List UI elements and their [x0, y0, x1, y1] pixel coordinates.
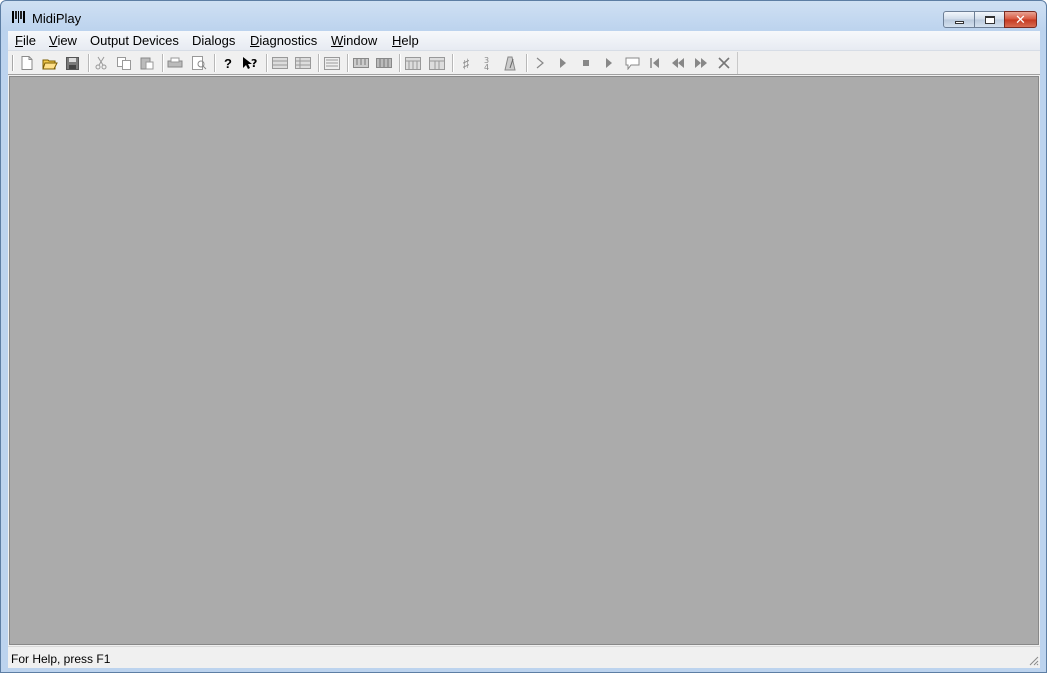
print-icon[interactable] — [166, 55, 184, 71]
menu-bar: File View Output Devices Dialogs Diagnos… — [8, 31, 1040, 51]
menu-dialogs[interactable]: Dialogs — [192, 33, 235, 49]
window-title: MidiPlay — [32, 11, 82, 26]
menu-help[interactable]: Help — [392, 33, 419, 49]
sharp-icon[interactable]: ♯ — [457, 55, 475, 71]
keyboard-icon[interactable] — [352, 55, 370, 71]
toolbar-separator — [347, 54, 349, 72]
maximize-icon — [984, 15, 995, 24]
keyboard-2-icon[interactable] — [375, 55, 393, 71]
menu-view[interactable]: View — [49, 33, 77, 49]
speech-icon[interactable] — [623, 55, 641, 71]
menu-window[interactable]: Window — [331, 33, 377, 49]
close-x-icon[interactable] — [715, 55, 733, 71]
maximize-button[interactable] — [974, 11, 1005, 28]
caption-buttons: ✕ — [943, 11, 1037, 28]
cut-icon[interactable] — [92, 55, 110, 71]
toolbar-separator — [318, 54, 320, 72]
toolbar-separator — [399, 54, 401, 72]
step-forward-icon[interactable] — [531, 55, 549, 71]
title-bar[interactable]: MidiPlay ✕ — [1, 1, 1046, 31]
minimize-icon — [954, 21, 964, 24]
menu-file[interactable]: File — [15, 33, 36, 49]
svg-text:4: 4 — [484, 63, 489, 71]
time-signature-icon[interactable]: 34 — [479, 55, 497, 71]
stop-icon[interactable] — [577, 55, 595, 71]
track-view-2-icon[interactable] — [294, 55, 312, 71]
piano-roll-2-icon[interactable] — [428, 55, 446, 71]
midiplay-app-icon[interactable] — [12, 11, 25, 23]
toolbar-separator — [88, 54, 90, 72]
staff-view-icon[interactable] — [323, 55, 341, 71]
close-icon: ✕ — [1015, 11, 1026, 27]
metronome-icon[interactable] — [501, 55, 519, 71]
print-preview-icon[interactable] — [190, 55, 208, 71]
toolbar-separator — [162, 54, 164, 72]
toolbar-separator — [266, 54, 268, 72]
save-icon[interactable] — [63, 55, 81, 71]
toolbar-divider — [8, 74, 1040, 75]
toolbar-separator — [526, 54, 528, 72]
toolbar-separator — [214, 54, 216, 72]
rewind-start-icon[interactable] — [646, 55, 664, 71]
paste-icon[interactable] — [138, 55, 156, 71]
play-2-icon[interactable] — [600, 55, 618, 71]
track-view-icon[interactable] — [271, 55, 289, 71]
menu-diagnostics[interactable]: Diagnostics — [250, 33, 317, 49]
minimize-button[interactable] — [943, 11, 975, 28]
size-grip-icon[interactable] — [1027, 654, 1039, 666]
svg-text:?: ? — [251, 57, 257, 70]
piano-roll-icon[interactable] — [404, 55, 422, 71]
status-bar: For Help, press F1 — [8, 646, 1040, 668]
context-help-icon[interactable]: ? — [241, 55, 259, 71]
play-icon[interactable] — [554, 55, 572, 71]
new-file-icon[interactable] — [18, 55, 36, 71]
copy-icon[interactable] — [115, 55, 133, 71]
status-text: For Help, press F1 — [11, 652, 111, 666]
mdi-client-area[interactable] — [9, 76, 1039, 645]
toolbar-separator — [452, 54, 454, 72]
close-button[interactable]: ✕ — [1004, 11, 1037, 28]
rewind-icon[interactable] — [669, 55, 687, 71]
fast-forward-icon[interactable] — [692, 55, 710, 71]
main-window: MidiPlay ✕ File View Output Devices Dial… — [0, 0, 1047, 673]
menu-output-devices[interactable]: Output Devices — [90, 33, 179, 49]
about-help-icon[interactable]: ? — [219, 55, 237, 71]
client-area: File View Output Devices Dialogs Diagnos… — [8, 31, 1040, 668]
toolbar-grip[interactable] — [12, 55, 14, 71]
main-toolbar: ? ? ♯ 3 4 — [8, 52, 738, 74]
open-folder-icon[interactable] — [41, 55, 59, 71]
